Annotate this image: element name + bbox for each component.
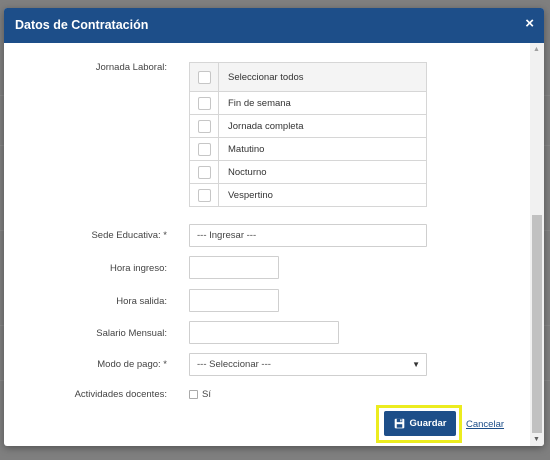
- scroll-up-arrow-icon[interactable]: ▲: [533, 46, 540, 53]
- hora-ingreso-input[interactable]: [189, 256, 279, 279]
- checklist-row-select-all[interactable]: Seleccionar todos: [190, 63, 426, 91]
- scroll-down-arrow-icon[interactable]: ▼: [533, 436, 540, 443]
- checklist-label: Nocturno: [228, 166, 267, 178]
- checklist-label: Vespertino: [228, 189, 273, 201]
- hiring-data-modal: Datos de Contratación × Jornada Laboral:…: [4, 8, 544, 446]
- cancel-link[interactable]: Cancelar: [466, 419, 504, 430]
- checklist-label: Seleccionar todos: [228, 71, 304, 83]
- checkbox[interactable]: [197, 188, 211, 202]
- modo-pago-label: Modo de pago: *: [97, 359, 167, 370]
- modo-pago-select[interactable]: --- Seleccionar --- ▼: [189, 353, 427, 376]
- checkbox[interactable]: [197, 96, 211, 110]
- save-button-label: Guardar: [409, 418, 447, 429]
- hora-ingreso-label: Hora ingreso:: [109, 263, 167, 274]
- checklist-label: Matutino: [228, 143, 265, 155]
- checkbox[interactable]: [197, 142, 211, 156]
- modal-header: Datos de Contratación ×: [4, 8, 544, 43]
- hora-salida-label: Hora salida:: [116, 296, 167, 307]
- checkbox[interactable]: [197, 165, 211, 179]
- checkbox[interactable]: [197, 119, 211, 133]
- checklist-label: Jornada completa: [228, 120, 304, 132]
- jornada-label: Jornada Laboral:: [95, 62, 167, 73]
- jornada-checklist: Seleccionar todos Fin de semana Jornada …: [189, 62, 427, 207]
- checklist-row[interactable]: Fin de semana: [190, 91, 426, 114]
- sede-input[interactable]: --- Ingresar ---: [189, 224, 427, 247]
- checklist-row[interactable]: Nocturno: [190, 160, 426, 183]
- modo-pago-value: --- Seleccionar ---: [197, 359, 271, 370]
- hora-salida-input[interactable]: [189, 289, 279, 312]
- actividades-option-label: Sí: [202, 389, 211, 400]
- actividades-checkbox[interactable]: [189, 390, 198, 399]
- salario-input[interactable]: [189, 321, 339, 344]
- checklist-row[interactable]: Jornada completa: [190, 114, 426, 137]
- modal-scrollbar[interactable]: ▲ ▼: [530, 43, 544, 446]
- chevron-down-icon: ▼: [412, 360, 420, 369]
- salario-label: Salario Mensual:: [96, 328, 167, 339]
- modal-title: Datos de Contratación: [15, 18, 149, 32]
- actividades-label: Actividades docentes:: [74, 389, 167, 400]
- scroll-thumb[interactable]: [532, 215, 542, 433]
- modal-body: Jornada Laboral: Seleccionar todos Fin d…: [4, 43, 530, 446]
- sede-label: Sede Educativa: *: [91, 230, 167, 241]
- floppy-disk-icon: [394, 418, 404, 429]
- checklist-row[interactable]: Vespertino: [190, 183, 426, 206]
- save-button[interactable]: Guardar: [384, 411, 456, 436]
- checklist-label: Fin de semana: [228, 97, 291, 109]
- checkbox[interactable]: [197, 70, 211, 84]
- checklist-row[interactable]: Matutino: [190, 137, 426, 160]
- close-button[interactable]: ×: [525, 16, 534, 32]
